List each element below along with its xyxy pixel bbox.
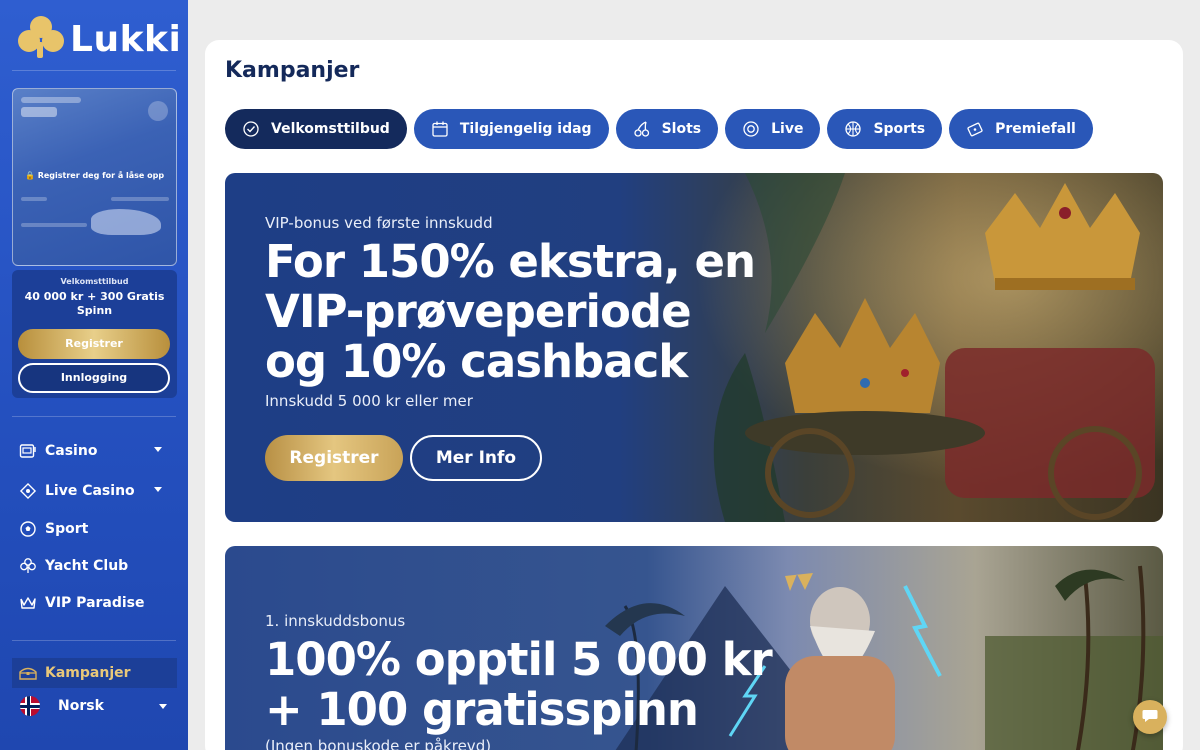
login-button[interactable]: Innlogging [18, 363, 170, 393]
page-title: Kampanjer [225, 58, 360, 83]
chip-icon [741, 119, 761, 139]
banner-subtext: (Ingen bonuskode er påkrevd) [265, 737, 492, 750]
logo[interactable]: Lukki [18, 14, 181, 64]
main-panel: Kampanjer Velkomsttilbud Tilgjengelig id… [205, 40, 1183, 750]
chevron-down-icon[interactable] [154, 487, 162, 492]
register-button[interactable]: Registrer [265, 435, 403, 481]
brand-name: Lukki [70, 18, 182, 60]
soccer-ball-icon [18, 519, 38, 539]
divider [12, 416, 176, 417]
basketball-icon [843, 119, 863, 139]
banner-eyebrow: VIP-bonus ved første innskudd [265, 214, 493, 232]
sidebar-item-sport[interactable]: Sport [18, 517, 178, 541]
live-chat-button[interactable] [1133, 700, 1167, 734]
tab-velkomsttilbud[interactable]: Velkomsttilbud [225, 109, 407, 149]
ticket-icon [965, 119, 985, 139]
banner-headline: For 150% ekstra, en VIP-prøveperiode og … [265, 235, 756, 388]
offer-amount: 40 000 kr + 300 Gratis Spinn [24, 290, 165, 317]
cherries-icon [632, 119, 652, 139]
promo-banner-first-deposit[interactable]: 1. innskuddsbonus 100% opptil 5 000 kr +… [225, 546, 1163, 750]
norway-flag-icon [20, 696, 40, 716]
more-info-button[interactable]: Mer Info [410, 435, 542, 481]
treasure-chest-icon [18, 663, 38, 683]
divider [12, 640, 176, 641]
chevron-down-icon[interactable] [159, 704, 167, 709]
calendar-icon [430, 119, 450, 139]
blurred-text [21, 197, 47, 201]
tab-sports[interactable]: Sports [827, 109, 943, 149]
welcome-offer: Velkomsttilbud 40 000 kr + 300 Gratis Sp… [12, 270, 177, 398]
tab-slots[interactable]: Slots [615, 109, 719, 149]
sidebar-item-vip-paradise[interactable]: VIP Paradise [18, 591, 178, 615]
banner-subtext: Innskudd 5 000 kr eller mer [265, 392, 473, 410]
blurred-text [21, 107, 57, 117]
check-circle-icon [241, 119, 261, 139]
tab-premiefall[interactable]: Premiefall [949, 109, 1093, 149]
blurred-text [21, 223, 87, 227]
sidebar-item-live-casino[interactable]: Live Casino [18, 479, 178, 503]
crown-icon [18, 593, 38, 613]
sidebar: Lukki 🔒 Registrer deg for å låse opp Vel… [0, 0, 188, 750]
sidebar-item-yacht-club[interactable]: Yacht Club [18, 554, 178, 578]
register-button[interactable]: Registrer [18, 329, 170, 359]
chat-bubble-icon [1141, 706, 1159, 728]
lock-icon: 🔒 [24, 171, 35, 180]
jetski-image [91, 209, 161, 235]
blurred-text [111, 197, 169, 201]
promo-banner-vip[interactable]: VIP-bonus ved første innskudd For 150% e… [225, 173, 1163, 522]
language-selector[interactable]: Norsk [12, 690, 177, 722]
tab-live[interactable]: Live [725, 109, 821, 149]
avatar [148, 101, 168, 121]
welcome-card[interactable]: 🔒 Registrer deg for å låse opp [12, 88, 177, 266]
clover-icon [18, 556, 38, 576]
clover-logo-icon [18, 16, 64, 62]
blurred-text [21, 97, 81, 103]
slot-machine-icon [18, 441, 38, 461]
promotion-tabs: Velkomsttilbud Tilgjengelig idag Slots L… [225, 109, 1093, 149]
chevron-down-icon[interactable] [154, 447, 162, 452]
sidebar-item-casino[interactable]: Casino [18, 439, 178, 463]
banner-headline: 100% opptil 5 000 kr + 100 gratisspinn [265, 633, 773, 736]
divider [12, 70, 176, 71]
diamond-chip-icon [18, 481, 38, 501]
offer-label: Velkomsttilbud [60, 277, 129, 286]
unlock-hint: 🔒 Registrer deg for å låse opp [24, 171, 165, 180]
sidebar-item-kampanjer[interactable]: Kampanjer [18, 661, 178, 685]
tab-tilgjengelig-idag[interactable]: Tilgjengelig idag [413, 109, 609, 149]
banner-eyebrow: 1. innskuddsbonus [265, 612, 406, 630]
